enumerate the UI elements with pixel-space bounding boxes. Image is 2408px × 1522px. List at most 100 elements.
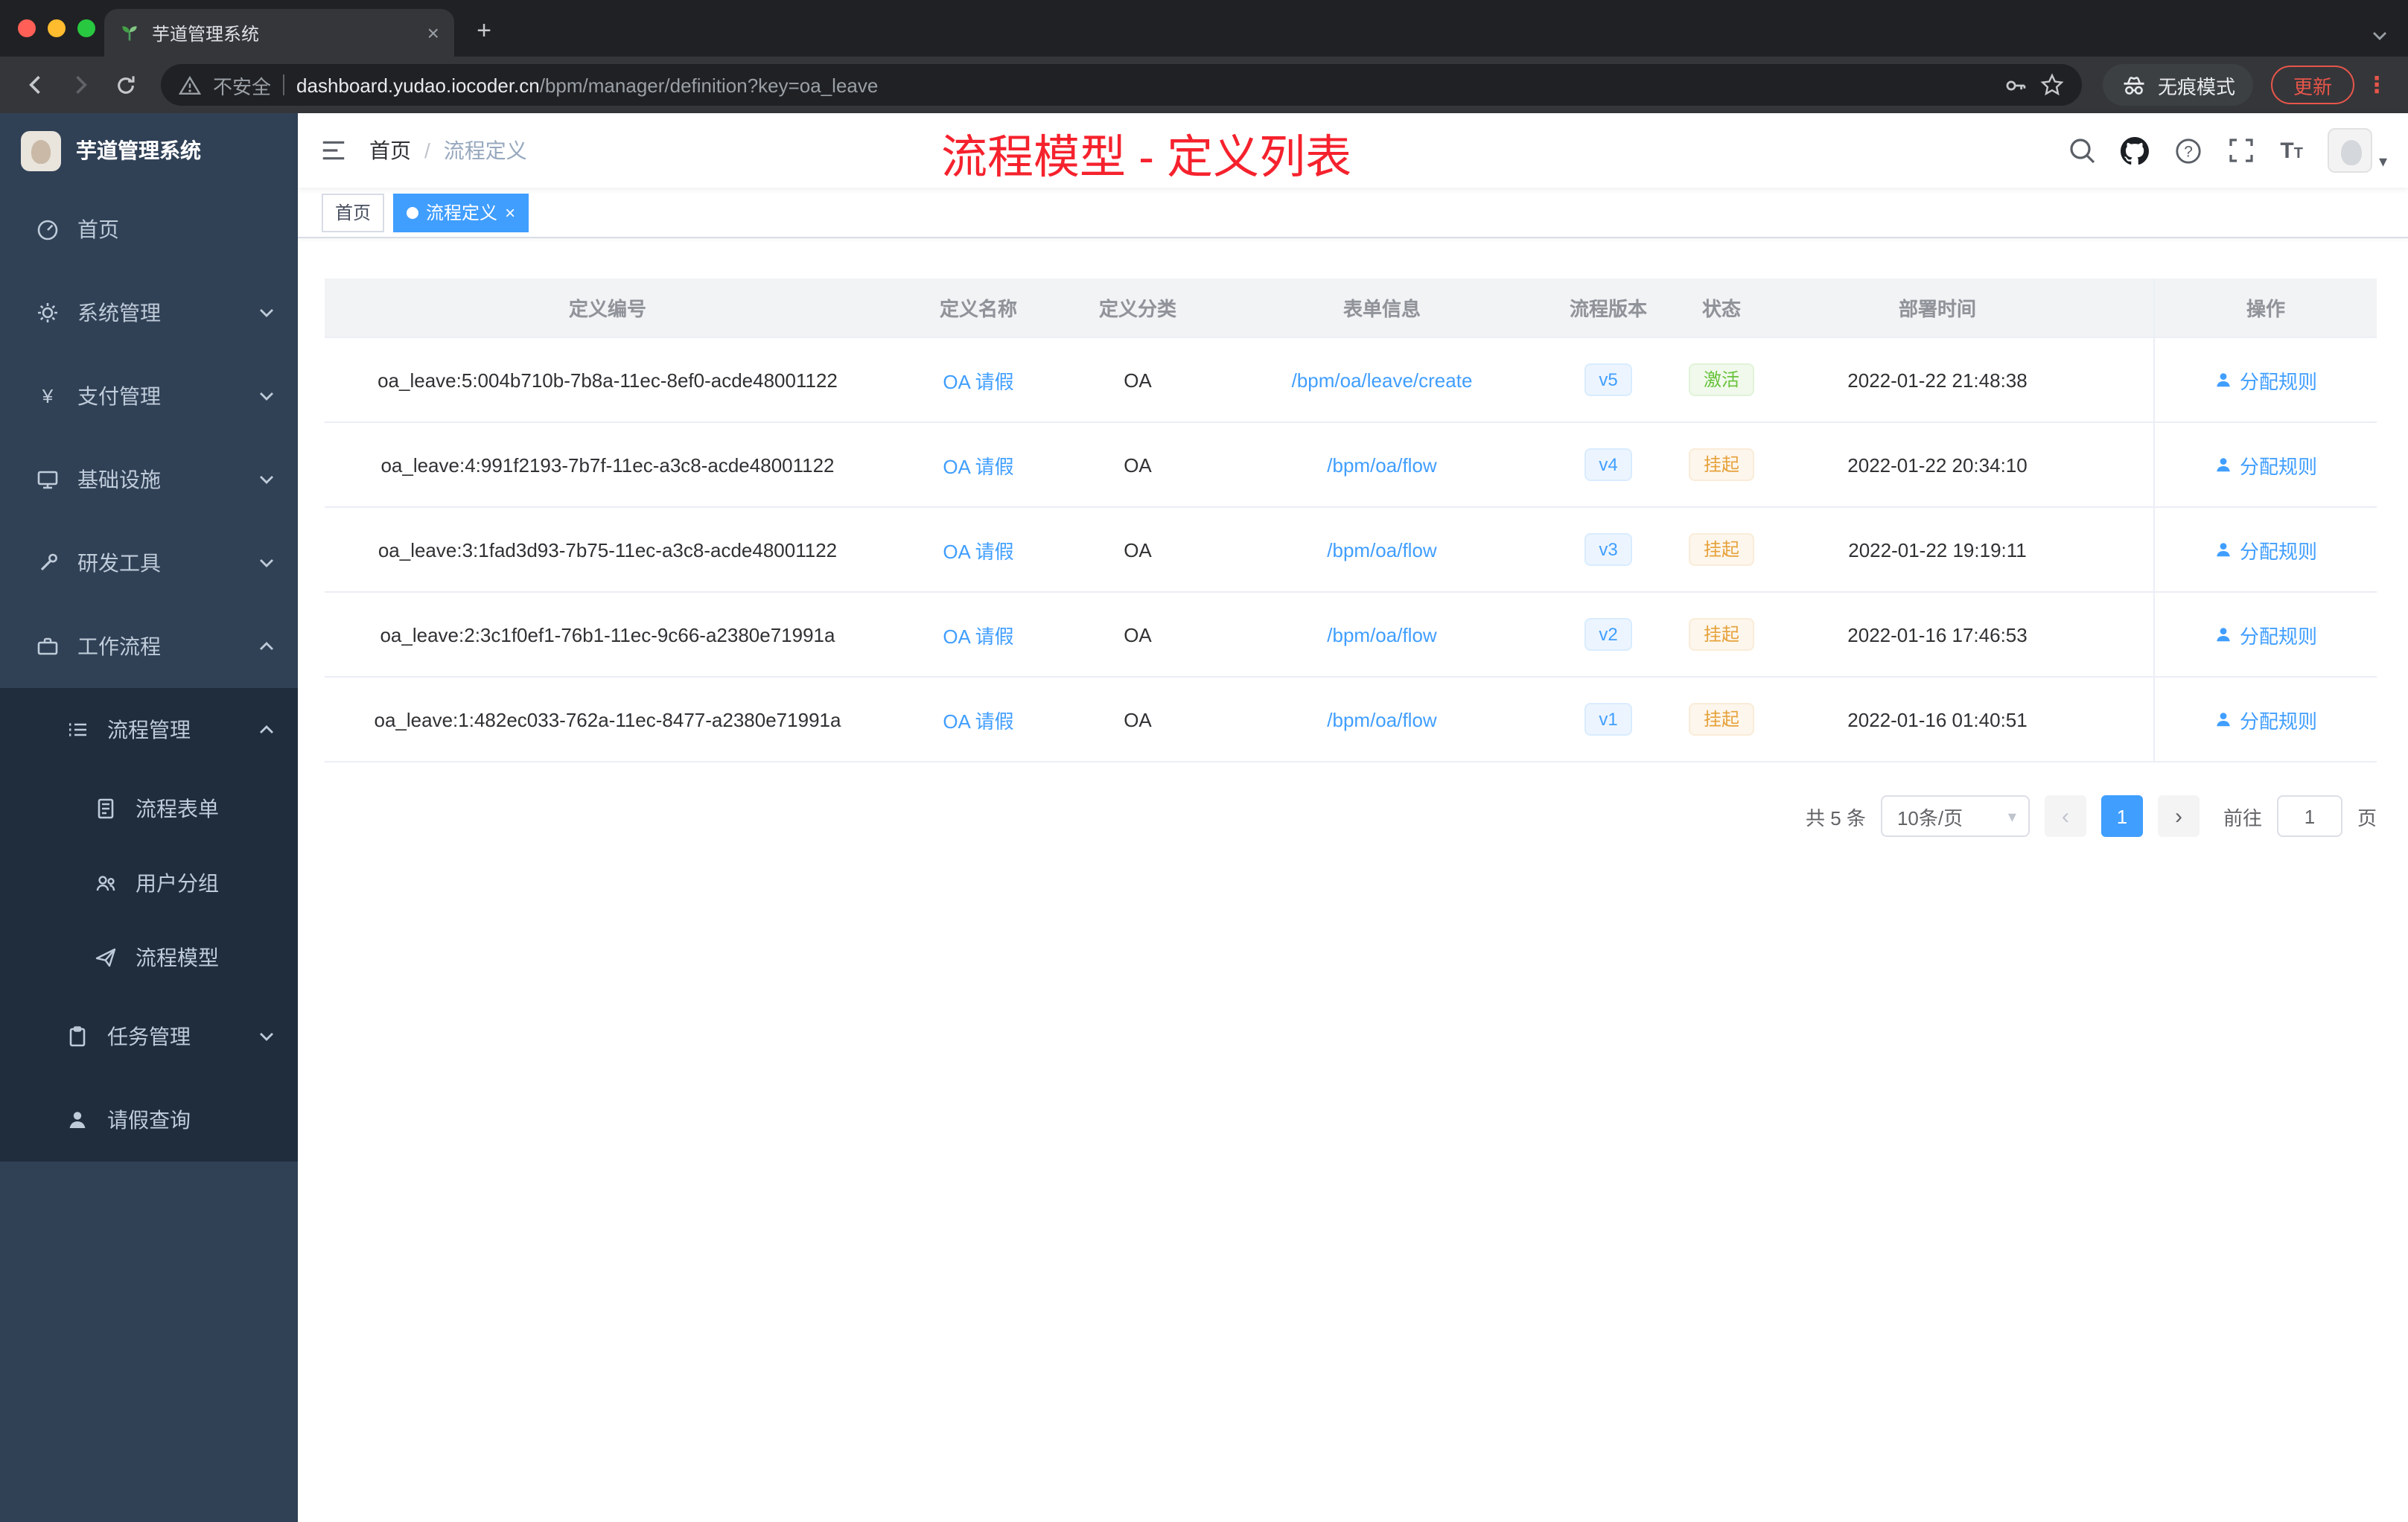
column-header: 定义分类 [1098,298,1176,320]
sidebar-item-system[interactable]: 系统管理 [0,271,298,354]
assign-rule-link[interactable]: 分配规则 [2214,535,2317,564]
zoom-window-button[interactable] [77,19,95,37]
browser-tab[interactable]: 芋道管理系统 × [104,9,454,57]
sidebar-item-label: 研发工具 [77,551,161,575]
tags-bar: 首页 流程定义 × [298,188,2408,238]
goto-page-input[interactable] [2276,795,2342,837]
breadcrumb-home[interactable]: 首页 [369,136,411,165]
version-tag: v3 [1584,533,1633,566]
chevron-up-icon [259,642,274,651]
page-size-select[interactable]: 10条/页 ▾ [1880,795,2030,837]
new-tab-button[interactable]: + [463,10,505,52]
logo-title: 芋道管理系统 [76,138,201,162]
next-page-button[interactable]: › [2157,795,2200,837]
assign-rule-link[interactable]: 分配规则 [2214,705,2317,733]
logo-avatar [21,130,61,171]
minimize-window-button[interactable] [48,19,66,37]
cell-deploy-time: 2022-01-16 17:46:53 [1847,623,2028,646]
chevron-down-icon [259,392,274,401]
sidebar-item-dev-tools[interactable]: 研发工具 [0,521,298,605]
tab-close-icon[interactable]: × [427,21,439,45]
page-1-button[interactable]: 1 [2100,795,2143,837]
user-icon [2217,628,2230,642]
definitions-table: 定义编号 定义名称 定义分类 表单信息 流程版本 状态 部署时间 操作 oa_l… [325,278,2377,762]
chrome-update-button[interactable]: 更新 [2270,66,2354,104]
tag-home[interactable]: 首页 [322,193,385,232]
password-key-icon[interactable] [2003,72,2028,98]
github-icon[interactable] [2121,136,2150,165]
user-icon [2217,543,2230,557]
tab-search-chevron-icon[interactable] [2372,31,2387,40]
form-link[interactable]: /bpm/oa/flow [1327,453,1436,476]
sidebar-item-leave-query[interactable]: 请假查询 [0,1078,298,1162]
table-row: oa_leave:3:1fad3d93-7b75-11ec-a3c8-acde4… [325,508,2377,593]
sidebar-item-payment[interactable]: ¥ 支付管理 [0,354,298,438]
chevron-down-icon [259,558,274,567]
reload-button[interactable] [104,64,146,106]
traffic-lights [18,19,95,37]
hamburger-icon[interactable] [298,113,369,188]
form-link[interactable]: /bpm/oa/flow [1327,623,1436,646]
tag-close-icon[interactable]: × [505,202,515,223]
sidebar-item-process-form[interactable]: 流程表单 [0,771,298,846]
version-tag: v1 [1584,703,1633,736]
status-tag: 挂起 [1688,618,1754,651]
definition-name-link[interactable]: OA 请假 [943,620,1013,649]
sidebar-item-home[interactable]: 首页 [0,188,298,271]
chevron-down-icon [259,308,274,317]
table-header-row: 定义编号 定义名称 定义分类 表单信息 流程版本 状态 部署时间 操作 [325,278,2377,338]
close-window-button[interactable] [18,19,36,37]
goto-unit: 页 [2357,806,2377,829]
address-bar[interactable]: 不安全 dashboard.yudao.iocoder.cn/bpm/manag… [161,64,2082,106]
assign-rule-link[interactable]: 分配规则 [2214,366,2317,394]
forward-button[interactable] [60,64,101,106]
version-tag: v2 [1584,618,1633,651]
briefcase-icon [37,637,58,655]
browser-menu-icon[interactable]: ⋮ [2360,71,2393,98]
sidebar-item-task-management[interactable]: 任务管理 [0,995,298,1078]
column-header: 定义编号 [568,298,646,320]
form-link[interactable]: /bpm/oa/flow [1327,708,1436,730]
yen-icon: ¥ [42,385,54,407]
definition-name-link[interactable]: OA 请假 [943,535,1013,564]
status-tag: 挂起 [1688,703,1754,736]
definition-name-link[interactable]: OA 请假 [943,450,1013,479]
chevron-up-icon [259,725,274,734]
definition-name-link[interactable]: OA 请假 [943,366,1013,394]
font-size-icon[interactable]: TT [2280,139,2303,162]
prev-page-button[interactable]: ‹ [2044,795,2086,837]
cell-category: OA [1124,369,1152,391]
search-icon[interactable] [2068,137,2095,164]
sidebar-item-label: 基础设施 [77,468,161,491]
gear-icon [38,303,57,322]
chevron-down-icon [259,1032,274,1041]
bookmark-star-icon[interactable] [2040,73,2064,97]
pagination: 共 5 条 10条/页 ▾ ‹ 1 › 前往 页 [325,795,2377,837]
caret-down-icon[interactable]: ▾ [2379,152,2387,173]
definition-name-link[interactable]: OA 请假 [943,705,1013,733]
sidebar-item-user-group[interactable]: 用户分组 [0,846,298,920]
assign-rule-link[interactable]: 分配规则 [2214,620,2317,649]
sidebar-item-process-management[interactable]: 流程管理 [0,688,298,771]
goto-label: 前往 [2223,806,2262,829]
svg-text:¥: ¥ [42,385,54,407]
sidebar-item-process-model[interactable]: 流程模型 [0,920,298,995]
tag-process-definition[interactable]: 流程定义 × [393,193,529,232]
fullscreen-icon[interactable] [2228,137,2255,164]
status-tag: 挂起 [1688,448,1754,481]
sidebar-item-workflow[interactable]: 工作流程 [0,605,298,688]
svg-text:?: ? [2185,143,2194,160]
sidebar-item-infrastructure[interactable]: 基础设施 [0,438,298,521]
divider [283,74,285,95]
help-icon[interactable]: ? [2174,136,2202,165]
assign-rule-link[interactable]: 分配规则 [2214,450,2317,479]
back-button[interactable] [15,64,57,106]
chevron-down-icon [259,475,274,484]
form-link[interactable]: /bpm/oa/leave/create [1292,369,1473,391]
sidebar-logo: 芋道管理系统 [0,113,298,188]
sidebar-item-label: 请假查询 [107,1108,191,1132]
user-icon [2217,373,2230,387]
form-icon [98,798,114,819]
form-link[interactable]: /bpm/oa/flow [1327,538,1436,561]
avatar[interactable] [2328,128,2373,173]
